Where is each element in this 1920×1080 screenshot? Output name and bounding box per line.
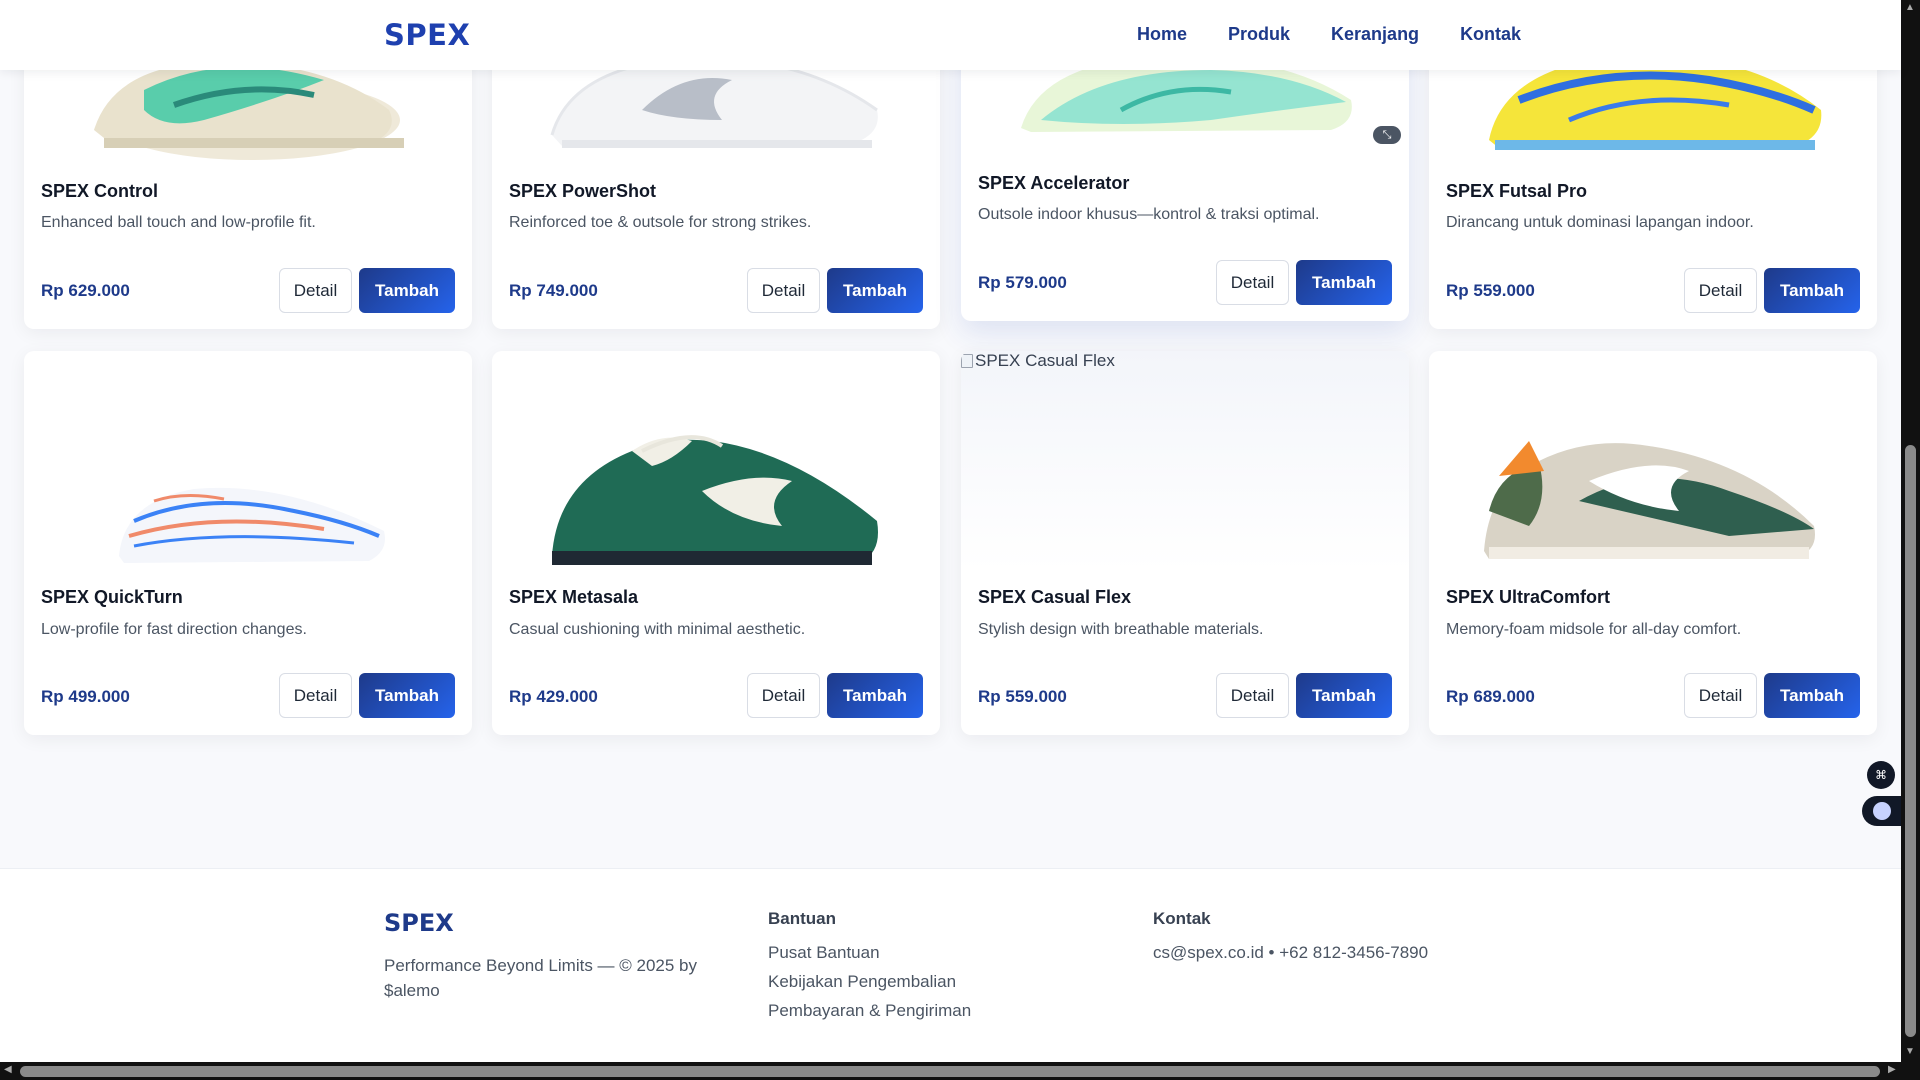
footer-link-help-center[interactable]: Pusat Bantuan	[768, 943, 880, 963]
product-desc: Stylish design with breathable materials…	[978, 621, 1264, 638]
shortcut-widget-icon[interactable]: ⌘	[1867, 761, 1895, 789]
assistant-widget-icon[interactable]	[1862, 796, 1902, 826]
product-desc: Enhanced ball touch and low-profile fit.	[41, 214, 316, 231]
product-price: Rp 429.000	[509, 687, 598, 706]
footer-link-payment-shipping[interactable]: Pembayaran & Pengiriman	[768, 1001, 971, 1021]
detail-button[interactable]: Detail	[747, 268, 820, 313]
product-name: SPEX UltraComfort	[1446, 587, 1611, 607]
product-desc: Low-profile for fast direction changes.	[41, 621, 307, 638]
product-name: SPEX Casual Flex	[978, 587, 1132, 607]
product-price: Rp 579.000	[978, 273, 1067, 292]
detail-button[interactable]: Detail	[1216, 673, 1289, 718]
footer-brand: SPEX	[384, 909, 454, 937]
detail-button[interactable]: Detail	[279, 673, 352, 718]
image-alt-text: SPEX Casual Flex	[975, 351, 1115, 370]
product-price: Rp 559.000	[978, 687, 1067, 706]
product-price: Rp 629.000	[41, 281, 130, 300]
detail-button[interactable]: Detail	[1684, 268, 1757, 313]
product-card: SPEX Casual Flex SPEX Casual Flex Stylis…	[961, 351, 1409, 735]
broken-image-placeholder: SPEX Casual Flex	[961, 351, 1115, 371]
product-name: SPEX QuickTurn	[41, 587, 183, 607]
vertical-scroll-thumb[interactable]	[1905, 445, 1916, 1037]
scroll-up-arrow-icon[interactable]: ▲	[1905, 2, 1915, 13]
scroll-down-arrow-icon[interactable]: ▼	[1905, 1046, 1915, 1057]
horizontal-scroll-thumb[interactable]	[20, 1066, 1880, 1077]
main-nav: Home Produk Keranjang Kontak	[1137, 24, 1521, 45]
image-zoom-icon[interactable]: ⤡	[1373, 126, 1401, 144]
add-to-cart-button[interactable]: Tambah	[827, 268, 923, 313]
vertical-scrollbar[interactable]: ▲ ▼	[1901, 0, 1920, 1062]
product-card: SPEX UltraComfort Memory-foam midsole fo…	[1429, 351, 1877, 735]
product-card: SPEX Metasala Casual cushioning with min…	[492, 351, 940, 735]
horizontal-scrollbar[interactable]: ◀ ▶	[0, 1062, 1920, 1080]
product-price: Rp 749.000	[509, 281, 598, 300]
footer-contact-heading: Kontak	[1153, 909, 1211, 928]
footer-link-return-policy[interactable]: Kebijakan Pengembalian	[768, 972, 956, 992]
add-to-cart-button[interactable]: Tambah	[1764, 268, 1860, 313]
product-image: SPEX Casual Flex	[961, 351, 1409, 571]
product-price: Rp 689.000	[1446, 687, 1535, 706]
brand-logo[interactable]: SPEX	[384, 18, 470, 52]
product-name: SPEX Metasala	[509, 587, 639, 607]
nav-keranjang[interactable]: Keranjang	[1331, 24, 1419, 45]
add-to-cart-button[interactable]: Tambah	[359, 673, 455, 718]
product-name: SPEX Accelerator	[978, 173, 1130, 193]
add-to-cart-button[interactable]: Tambah	[1296, 673, 1392, 718]
nav-produk[interactable]: Produk	[1228, 24, 1290, 45]
product-desc: Memory-foam midsole for all-day comfort.	[1446, 621, 1742, 638]
footer-help-heading: Bantuan	[768, 909, 836, 928]
add-to-cart-button[interactable]: Tambah	[359, 268, 455, 313]
scroll-left-arrow-icon[interactable]: ◀	[4, 1064, 12, 1075]
detail-button[interactable]: Detail	[1684, 673, 1757, 718]
add-to-cart-button[interactable]: Tambah	[1296, 260, 1392, 305]
product-image	[24, 351, 472, 571]
product-name: SPEX Futsal Pro	[1446, 181, 1588, 201]
footer-tagline: Performance Beyond Limits — © 2025 by $a…	[384, 956, 698, 1000]
scroll-right-arrow-icon[interactable]: ▶	[1888, 1064, 1896, 1075]
detail-button[interactable]: Detail	[1216, 260, 1289, 305]
product-desc: Outsole indoor khusus—kontrol & traksi o…	[978, 206, 1320, 223]
nav-kontak[interactable]: Kontak	[1460, 24, 1521, 45]
broken-image-icon	[961, 354, 973, 368]
detail-button[interactable]: Detail	[279, 268, 352, 313]
product-image	[1429, 351, 1877, 571]
product-desc: Reinforced toe & outsole for strong stri…	[509, 214, 812, 231]
product-image	[492, 351, 940, 571]
product-name: SPEX PowerShot	[509, 181, 657, 201]
product-name: SPEX Control	[41, 181, 159, 201]
site-footer: SPEX Performance Beyond Limits — © 2025 …	[0, 868, 1901, 1062]
product-price: Rp 499.000	[41, 687, 130, 706]
product-desc: Casual cushioning with minimal aesthetic…	[509, 621, 806, 638]
product-card: SPEX QuickTurn Low-profile for fast dire…	[24, 351, 472, 735]
add-to-cart-button[interactable]: Tambah	[1764, 673, 1860, 718]
footer-contact-info: cs@spex.co.id • +62 812-3456-7890	[1153, 943, 1429, 962]
site-header: SPEX Home Produk Keranjang Kontak	[0, 0, 1901, 70]
nav-home[interactable]: Home	[1137, 24, 1187, 45]
detail-button[interactable]: Detail	[747, 673, 820, 718]
product-price: Rp 559.000	[1446, 281, 1535, 300]
product-desc: Dirancang untuk dominasi lapangan indoor…	[1446, 214, 1754, 231]
add-to-cart-button[interactable]: Tambah	[827, 673, 923, 718]
